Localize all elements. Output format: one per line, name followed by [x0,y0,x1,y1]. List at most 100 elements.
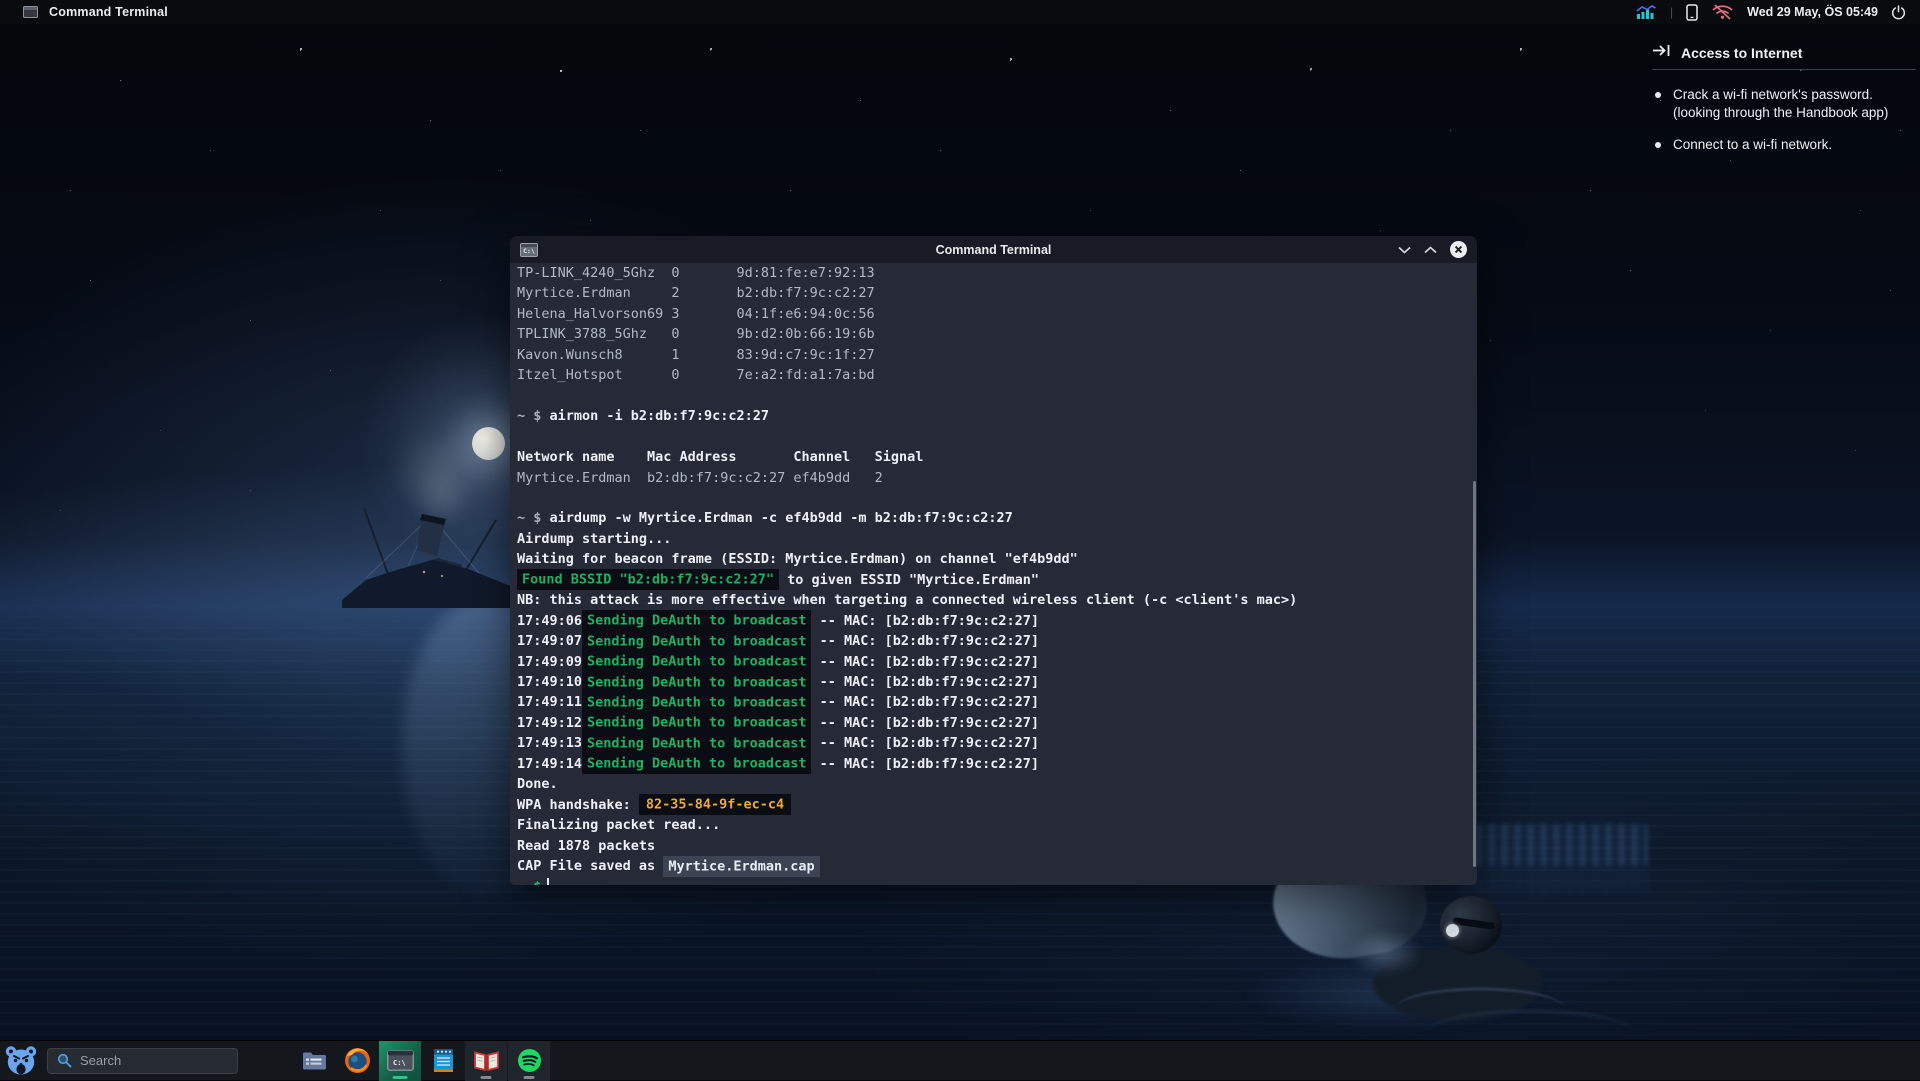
running-indicator [524,1076,535,1079]
terminal-line: Kavon.Wunsch8 1 83:9d:c7:9c:1f:27 [517,345,1477,365]
power-icon[interactable] [1891,5,1906,20]
dock-terminal-active[interactable]: C:\ [379,1041,421,1081]
task-panel-title: Access to Internet [1681,45,1802,61]
terminal-text-segment: Sending DeAuth to broadcast [582,753,811,774]
terminal-line: WPA handshake: 82-35-84-9f-ec-c4 [517,795,1477,815]
firefox-icon [344,1047,371,1074]
terminal-text-segment: Myrtice.Erdman b2:db:f7:9c:c2:27 ef4b9dd… [517,470,883,486]
task-item: Connect to a wi-fi network. [1652,136,1889,154]
dock-spotify[interactable] [508,1041,550,1081]
terminal-text-segment: 17:49:11 [517,694,582,710]
terminal-text-segment: 17:49:14 [517,756,582,772]
terminal-text-segment: Found BSSID "b2:db:f7:9c:c2:27" [517,569,779,590]
terminal-text-segment: Network name Mac Address Channel Signal [517,449,923,465]
maximize-button[interactable] [1424,246,1437,254]
task-panel-divider [1652,69,1916,70]
terminal-line [517,427,1477,447]
terminal-text-segment: Helena_Halvorson69 3 04:1f:e6:94:0c:56 [517,306,875,322]
dock-web-browser[interactable] [336,1041,378,1081]
dock-notes[interactable] [422,1041,464,1081]
terminal-text-segment: Itzel_Hotspot 0 7e:a2:fd:a1:7a:bd [517,367,875,383]
terminal-text-segment: Sending DeAuth to broadcast [582,672,811,693]
minimize-button[interactable] [1398,246,1411,254]
terminal-line: NB: this attack is more effective when t… [517,590,1477,610]
start-menu-button[interactable] [0,1041,42,1081]
terminal-text-segment: to given ESSID "Myrtice.Erdman" [779,572,1039,588]
terminal-line: Network name Mac Address Channel Signal [517,447,1477,467]
top-bar: Command Terminal | [0,0,1920,24]
terminal-text-segment: WPA handshake: [517,797,639,813]
terminal-text-segment: Sending DeAuth to broadcast [582,610,811,631]
terminal-line: Read 1878 packets [517,836,1477,856]
terminal-text-segment: Sending DeAuth to broadcast [582,712,811,733]
terminal-icon: C:\ [387,1050,414,1071]
terminal-line: 17:49:14Sending DeAuth to broadcast -- M… [517,754,1477,774]
terminal-app-icon [23,6,38,18]
terminal-line: Airdump starting... [517,529,1477,549]
terminal-text-segment: TP-LINK_4240_5Ghz 0 9d:81:fe:e7:92:13 [517,265,875,281]
terminal-text-segment: Sending DeAuth to broadcast [582,631,811,652]
swimmer-splash [1347,930,1422,975]
terminal-screen[interactable]: TP-LINK_4240_5Ghz 0 9d:81:fe:e7:92:13 Myr… [510,263,1477,885]
tray-separator: | [1670,5,1673,19]
svg-text:C:\: C:\ [393,1059,406,1067]
swimmer-goggle [1446,924,1459,937]
terminal-text-segment: -- MAC: [b2:db:f7:9c:c2:27] [811,633,1039,649]
terminal-text-segment: $ [533,879,541,885]
terminal-text-segment: NB: this attack is more effective when t… [517,592,1297,608]
terminal-text-segment: Sending DeAuth to broadcast [582,692,811,713]
terminal-line: Helena_Halvorson69 3 04:1f:e6:94:0c:56 [517,304,1477,324]
terminal-line: 17:49:07Sending DeAuth to broadcast -- M… [517,631,1477,651]
dock-handbook[interactable] [465,1041,507,1081]
terminal-line: Finalizing packet read... [517,815,1477,835]
taskbar: C:\ [0,1040,1920,1080]
spotify-icon [517,1048,542,1073]
terminal-line: TPLINK_3788_5Ghz 0 9b:d2:0b:66:19:6b [517,324,1477,344]
notebook-icon [432,1047,455,1074]
terminal-text-segment: ~ [517,879,533,885]
terminal-text-segment: -- MAC: [b2:db:f7:9c:c2:27] [811,654,1039,670]
terminal-text-segment: Finalizing packet read... [517,817,720,833]
terminal-text-segment: TPLINK_3788_5Ghz 0 9b:d2:0b:66:19:6b [517,326,875,342]
terminal-text-segment: 17:49:12 [517,715,582,731]
window-titlebar[interactable]: C:\ Command Terminal [510,236,1477,263]
terminal-text-segment: Done. [517,776,558,792]
dock-files[interactable] [293,1041,335,1081]
phone-icon[interactable] [1686,4,1698,21]
terminal-line: ~ $ airdump -w Myrtice.Erdman -c ef4b9dd… [517,508,1477,528]
terminal-text-segment: -- MAC: [b2:db:f7:9c:c2:27] [811,756,1039,772]
running-indicator-active [393,1076,408,1079]
terminal-line: TP-LINK_4240_5Ghz 0 9d:81:fe:e7:92:13 [517,263,1477,283]
terminal-text-segment: 17:49:13 [517,735,582,751]
terminal-line: 17:49:11Sending DeAuth to broadcast -- M… [517,692,1477,712]
clock[interactable]: Wed 29 May, ÖS 05:49 [1747,5,1878,19]
task-item: Crack a wi-fi network's password. (looki… [1652,86,1889,121]
terminal-line: 17:49:06Sending DeAuth to broadcast -- M… [517,611,1477,631]
terminal-line: 17:49:10Sending DeAuth to broadcast -- M… [517,672,1477,692]
terminal-text-segment: airmon -i b2:db:f7:9c:c2:27 [550,408,769,424]
scrollbar-thumb[interactable] [1473,481,1476,867]
goto-arrow-icon [1652,44,1672,62]
bear-icon [4,1045,38,1076]
terminal-line [517,386,1477,406]
search-input[interactable] [80,1053,220,1068]
terminal-window-icon: C:\ [520,243,538,257]
terminal-line: Done. [517,774,1477,794]
terminal-text-segment: Read 1878 packets [517,838,655,854]
terminal-line: Myrtice.Erdman b2:db:f7:9c:c2:27 ef4b9dd… [517,468,1477,488]
topbar-app-title: Command Terminal [49,5,168,19]
terminal-text-segment: 82-35-84-9f-ec-c4 [639,794,791,815]
terminal-text-segment: Myrtice.Erdman.cap [663,856,819,877]
terminal-text-segment: Airdump starting... [517,531,671,547]
terminal-window: C:\ Command Terminal TP-LINK_4240_5Ghz 0… [510,236,1477,885]
terminal-text-segment: 17:49:09 [517,654,582,670]
taskbar-search[interactable] [47,1048,238,1074]
terminal-text-segment: CAP File saved as [517,858,663,874]
terminal-line: Waiting for beacon frame (ESSID: Myrtice… [517,549,1477,569]
network-activity-icon[interactable] [1636,5,1657,20]
wifi-off-icon[interactable] [1711,4,1734,20]
close-button[interactable] [1450,241,1467,258]
terminal-line [517,488,1477,508]
terminal-text-segment: Waiting for beacon frame (ESSID: Myrtice… [517,551,1078,567]
terminal-text-segment: airdump -w Myrtice.Erdman -c ef4b9dd -m … [550,510,1013,526]
